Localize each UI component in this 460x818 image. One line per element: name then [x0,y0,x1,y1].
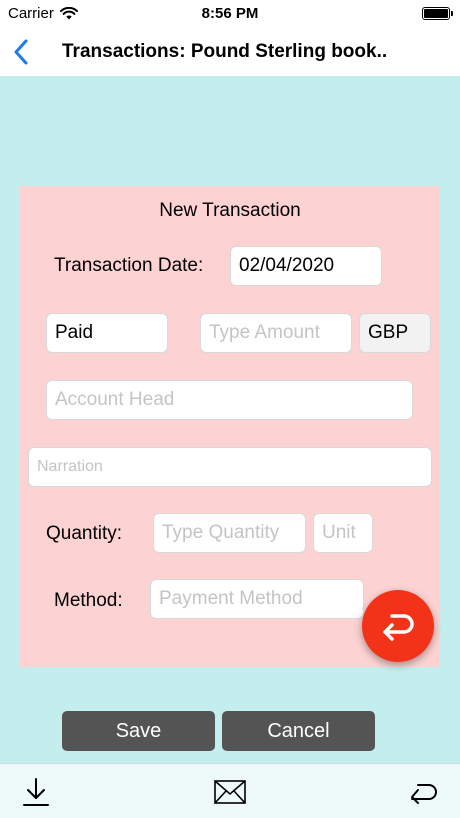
transaction-date-label: Transaction Date: [54,255,204,276]
method-label: Method: [54,590,123,611]
undo-icon [383,614,414,641]
currency-field[interactable] [359,313,431,353]
battery-icon [422,7,453,20]
payment-method-field[interactable] [150,579,364,619]
status-time: 8:56 PM [201,5,259,22]
quantity-field[interactable] [153,513,306,553]
quantity-label: Quantity: [46,523,123,544]
mail-button[interactable] [213,776,247,808]
undo-button[interactable] [362,590,434,662]
amount-field[interactable] [200,313,352,353]
chevron-left-icon [14,39,28,65]
navigation-bar: Transactions: Pound Sterling book.. [0,28,460,76]
transaction-date-field[interactable] [230,246,382,286]
download-icon [23,778,49,806]
undo-toolbar-button[interactable] [407,776,441,808]
narration-field[interactable] [28,447,432,487]
download-button[interactable] [19,776,53,808]
transaction-type-field[interactable] [46,313,168,353]
undo-arrow-icon [411,784,437,804]
bottom-toolbar [0,763,460,818]
save-button[interactable]: Save [62,711,215,751]
page-title: Transactions: Pound Sterling book.. [62,41,388,62]
back-button[interactable] [6,36,36,68]
mail-icon [214,780,246,804]
account-head-field[interactable] [46,380,413,420]
form-heading: New Transaction [159,200,301,221]
cancel-button[interactable]: Cancel [222,711,375,751]
unit-field[interactable] [313,513,373,553]
status-bar: Carrier 8:56 PM [0,0,460,28]
